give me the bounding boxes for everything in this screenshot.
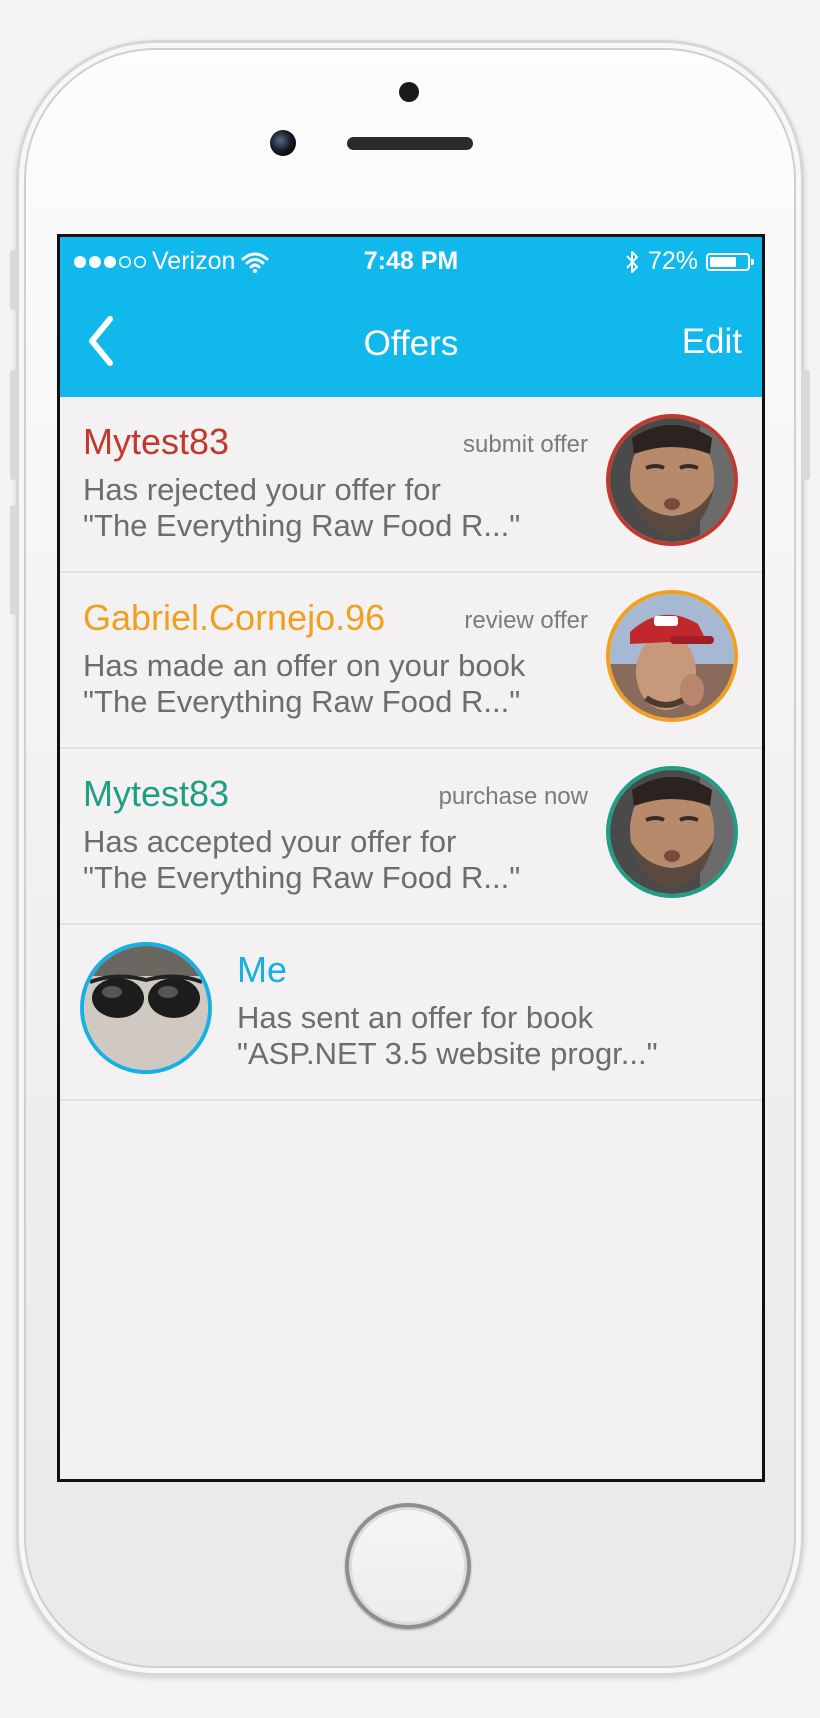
proximity-sensor [399,82,419,102]
offer-row[interactable]: Mytest83 submit offer Has rejected your … [60,397,762,573]
navigation-bar: Offers Edit [60,287,762,397]
power-button [802,370,810,480]
submit-offer-link[interactable]: submit offer [463,431,588,459]
offer-status-text: Has made an offer on your book [83,648,526,683]
offer-row[interactable]: Gabriel.Cornejo.96 review offer Has made… [60,573,762,749]
user-photo-icon [610,418,734,542]
offer-row[interactable]: Mytest83 purchase now Has accepted your … [60,749,762,925]
purchase-now-link[interactable]: purchase now [439,783,588,811]
sender-name: Gabriel.Cornejo.96 [83,597,386,638]
review-offer-link[interactable]: review offer [464,607,588,635]
home-button[interactable] [345,1503,471,1629]
user-photo-icon [610,770,734,894]
battery-icon [706,252,754,271]
book-title: "The Everything Raw Food R..." [83,684,521,719]
book-title: "The Everything Raw Food R..." [83,508,521,543]
page-title: Offers [363,324,459,363]
volume-up-button [10,370,18,480]
book-title: "The Everything Raw Food R..." [83,860,521,895]
mute-switch [10,250,18,310]
edit-button[interactable]: Edit [682,322,742,362]
avatar[interactable] [80,942,212,1074]
earpiece-speaker [347,137,473,150]
offer-status-text: Has accepted your offer for [83,824,457,859]
sunglasses-photo-icon [84,946,208,1070]
sender-name: Mytest83 [83,773,230,814]
offer-row[interactable]: Me Has sent an offer for book "ASP.NET 3… [60,925,762,1101]
battery-info: 72% [624,247,754,276]
book-title: "ASP.NET 3.5 website progr..." [237,1036,658,1071]
status-bar: Verizon 7:48 PM 72% [60,237,762,287]
avatar[interactable] [606,590,738,722]
front-camera [270,130,296,156]
offer-status-text: Has rejected your offer for [83,472,441,507]
app-screen: Verizon 7:48 PM 72% Offers Edit Mytest83… [57,234,765,1482]
battery-percent: 72% [647,247,698,275]
volume-down-button [10,505,18,615]
avatar[interactable] [606,414,738,546]
sender-name: Me [237,949,288,990]
sender-name: Mytest83 [83,421,230,462]
avatar[interactable] [606,766,738,898]
bluetooth-icon [626,250,638,273]
user-photo-icon [610,594,734,718]
offer-status-text: Has sent an offer for book [237,1000,594,1035]
